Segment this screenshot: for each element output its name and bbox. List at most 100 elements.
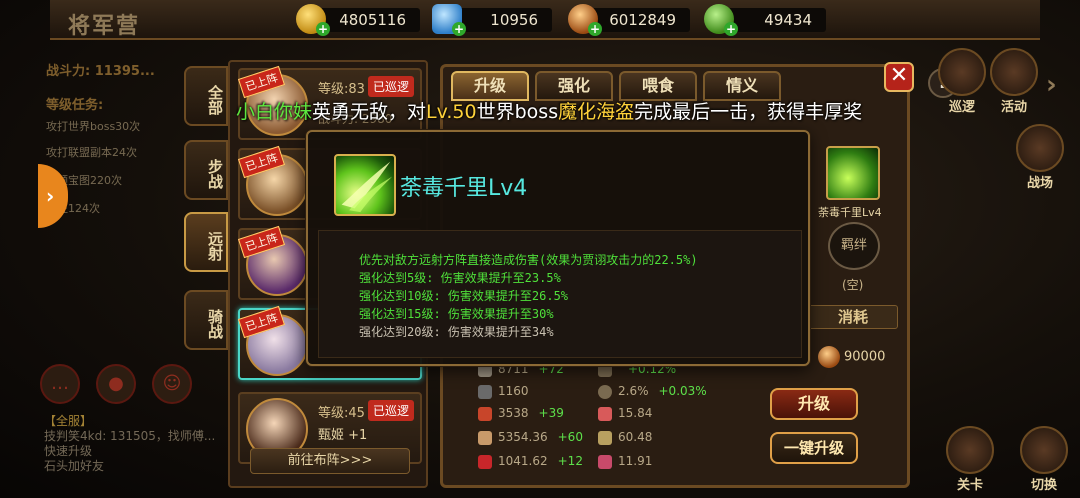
microphone-icon[interactable]: ● <box>96 364 136 404</box>
tab-cavalry[interactable]: 骑战 <box>184 290 228 350</box>
stat-value: 2.6% <box>618 384 649 398</box>
emoji-icon[interactable]: ☺ <box>152 364 192 404</box>
hit-icon <box>598 384 612 399</box>
hp-icon <box>478 406 492 421</box>
side-menu-switch[interactable]: 切换 <box>1016 426 1072 493</box>
stat-row: 60.48 <box>598 430 652 448</box>
stat-value: 11.91 <box>618 454 653 468</box>
chevron-right-icon[interactable]: › <box>1046 70 1057 100</box>
one-key-upgrade-button[interactable]: 一键升级 <box>770 432 858 464</box>
stat-row: 5354.36 +60 <box>478 430 583 448</box>
chat-log: 【全服】 技判笑4kd: 131505，找师傅... 快速升级 石头加好友 <box>44 414 244 474</box>
broadcast-text: 完成最后一击，获得丰厚奖 <box>634 101 863 123</box>
game-screen: 将军营 + 4805116 + 10956 + 6012849 + 49434 … <box>0 0 1080 498</box>
broadcast-boss-name: 魔化海盗 <box>558 101 635 123</box>
power-readout: 战斗力: 11395... <box>46 64 155 79</box>
skill-slot-name: 荼毒千里Lv4 <box>818 206 882 219</box>
exp-cost-value: 90000 <box>844 349 886 365</box>
gold-amount: 4805116 <box>339 11 406 29</box>
broadcast-player: 小白你妹 <box>236 101 313 123</box>
patrol-icon <box>938 48 986 96</box>
camp-title: 将军营 <box>68 14 141 39</box>
task-item[interactable]: 攻打世界boss30次 <box>46 118 140 134</box>
tab-infantry[interactable]: 步战 <box>184 140 228 200</box>
chat-line: 【全服】 <box>44 414 93 428</box>
tab-all[interactable]: 全部 <box>184 66 228 126</box>
close-icon[interactable]: ✕ <box>884 62 914 92</box>
skill-effect-line: 强化达到10级: 伤害效果提升至26.5% <box>359 289 569 303</box>
add-experience-icon[interactable]: + <box>588 22 602 36</box>
side-menu-label: 切换 <box>1030 478 1057 493</box>
patrol-badge: 已巡逻 <box>367 76 414 97</box>
stat-row: 15.84 <box>598 406 652 424</box>
gem-amount: 10956 <box>490 11 538 29</box>
side-menu-patrol[interactable]: 巡逻 <box>934 48 990 115</box>
tab-ranged[interactable]: 远射 <box>184 212 228 272</box>
exp-cost: 90000 <box>818 346 885 368</box>
skill-tooltip: 荼毒千里Lv4 优先对敌方远射方阵直接造成伤害(效果为贾诩攻击力的22.5%) … <box>306 130 810 366</box>
add-gem-icon[interactable]: + <box>452 22 466 36</box>
stat-gain: +60 <box>557 430 583 444</box>
stat-value: 3538 <box>498 406 529 420</box>
activity-icon <box>990 48 1038 96</box>
gold-resource[interactable]: + 4805116 <box>296 4 420 36</box>
speed-icon <box>478 430 492 445</box>
gem-resource[interactable]: + 10956 <box>432 4 552 36</box>
poison-skill-icon <box>334 154 396 216</box>
stat-value: 1160 <box>498 384 529 398</box>
stat-row: 3538 +39 <box>478 406 564 424</box>
side-menu-stage[interactable]: 关卡 <box>942 426 998 493</box>
side-menu-label: 活动 <box>1000 100 1027 115</box>
potion-resource[interactable]: + 49434 <box>704 4 826 36</box>
world-broadcast: 小白你妹英勇无敌，对Lv.50世界boss魔化海盗完成最后一击，获得丰厚奖 <box>236 96 882 128</box>
goto-formation-button[interactable]: 前往布阵>>> <box>250 448 410 474</box>
side-menu-label: 关卡 <box>956 478 983 493</box>
bond-slot[interactable]: 羁绊 <box>828 222 880 270</box>
chat-line: 技判笑4kd: 131505，找师傅... <box>44 429 216 443</box>
potion-amount: 49434 <box>764 11 812 29</box>
chat-line: 石头加好友 <box>44 459 105 473</box>
patrol-badge: 已巡逻 <box>367 400 414 421</box>
side-menu-activity[interactable]: 活动 <box>986 48 1042 115</box>
stat-row: 1041.62 +12 <box>478 454 583 472</box>
experience-icon <box>818 346 840 368</box>
stat-gain: +12 <box>557 454 583 468</box>
hero-name: 甄姬 +1 <box>318 428 368 443</box>
skill-name: 荼毒千里Lv4 <box>400 176 528 201</box>
stat-value: 15.84 <box>618 406 653 420</box>
hero-level: 等级:45 <box>318 406 365 421</box>
chevron-right-icon: › <box>46 184 55 208</box>
upgrade-button[interactable]: 升级 <box>770 388 858 420</box>
bond-empty-label: (空) <box>842 278 864 292</box>
stat-value: 5354.36 <box>498 430 548 444</box>
block-icon <box>598 430 612 445</box>
skill-effect-line: 优先对敌方远射方阵直接造成伤害(效果为贾诩攻击力的22.5%) <box>359 253 698 267</box>
side-menu-label: 战场 <box>1026 176 1053 191</box>
stat-row: 1160 <box>478 384 529 402</box>
skill-description: 优先对敌方远射方阵直接造成伤害(效果为贾诩攻击力的22.5%) 强化达到5级: … <box>318 230 802 358</box>
side-menu-label: 巡逻 <box>948 100 975 115</box>
side-menu-battlefield[interactable]: 战场 <box>1012 124 1068 191</box>
broadcast-boss-level: Lv.50 <box>426 101 477 123</box>
heal-icon <box>598 406 612 421</box>
stage-icon <box>946 426 994 474</box>
chat-bubble-icon[interactable]: … <box>40 364 80 404</box>
switch-icon <box>1020 426 1068 474</box>
stat-row: 2.6% +0.03% <box>598 384 707 402</box>
skill-effect-line: 强化达到5级: 伤害效果提升至23.5% <box>359 271 561 285</box>
stat-value: 1041.62 <box>498 454 548 468</box>
consume-label: 消耗 <box>808 305 898 329</box>
add-gold-icon[interactable]: + <box>316 22 330 36</box>
hero-level: 等级:83 <box>318 82 365 97</box>
stat-gain: +0.03% <box>658 384 707 398</box>
experience-resource[interactable]: + 6012849 <box>568 4 690 36</box>
experience-amount: 6012849 <box>609 11 676 29</box>
stat-row: 11.91 <box>598 454 652 472</box>
skill-effect-line: 强化达到20级: 伤害效果提升至34% <box>359 325 554 339</box>
crit-icon <box>478 454 492 469</box>
skill-slot-icon[interactable] <box>826 146 880 200</box>
task-item[interactable]: 攻打联盟副本24次 <box>46 144 137 160</box>
defense-icon <box>478 384 492 399</box>
task-header: 等级任务: <box>46 98 104 113</box>
add-potion-icon[interactable]: + <box>724 22 738 36</box>
